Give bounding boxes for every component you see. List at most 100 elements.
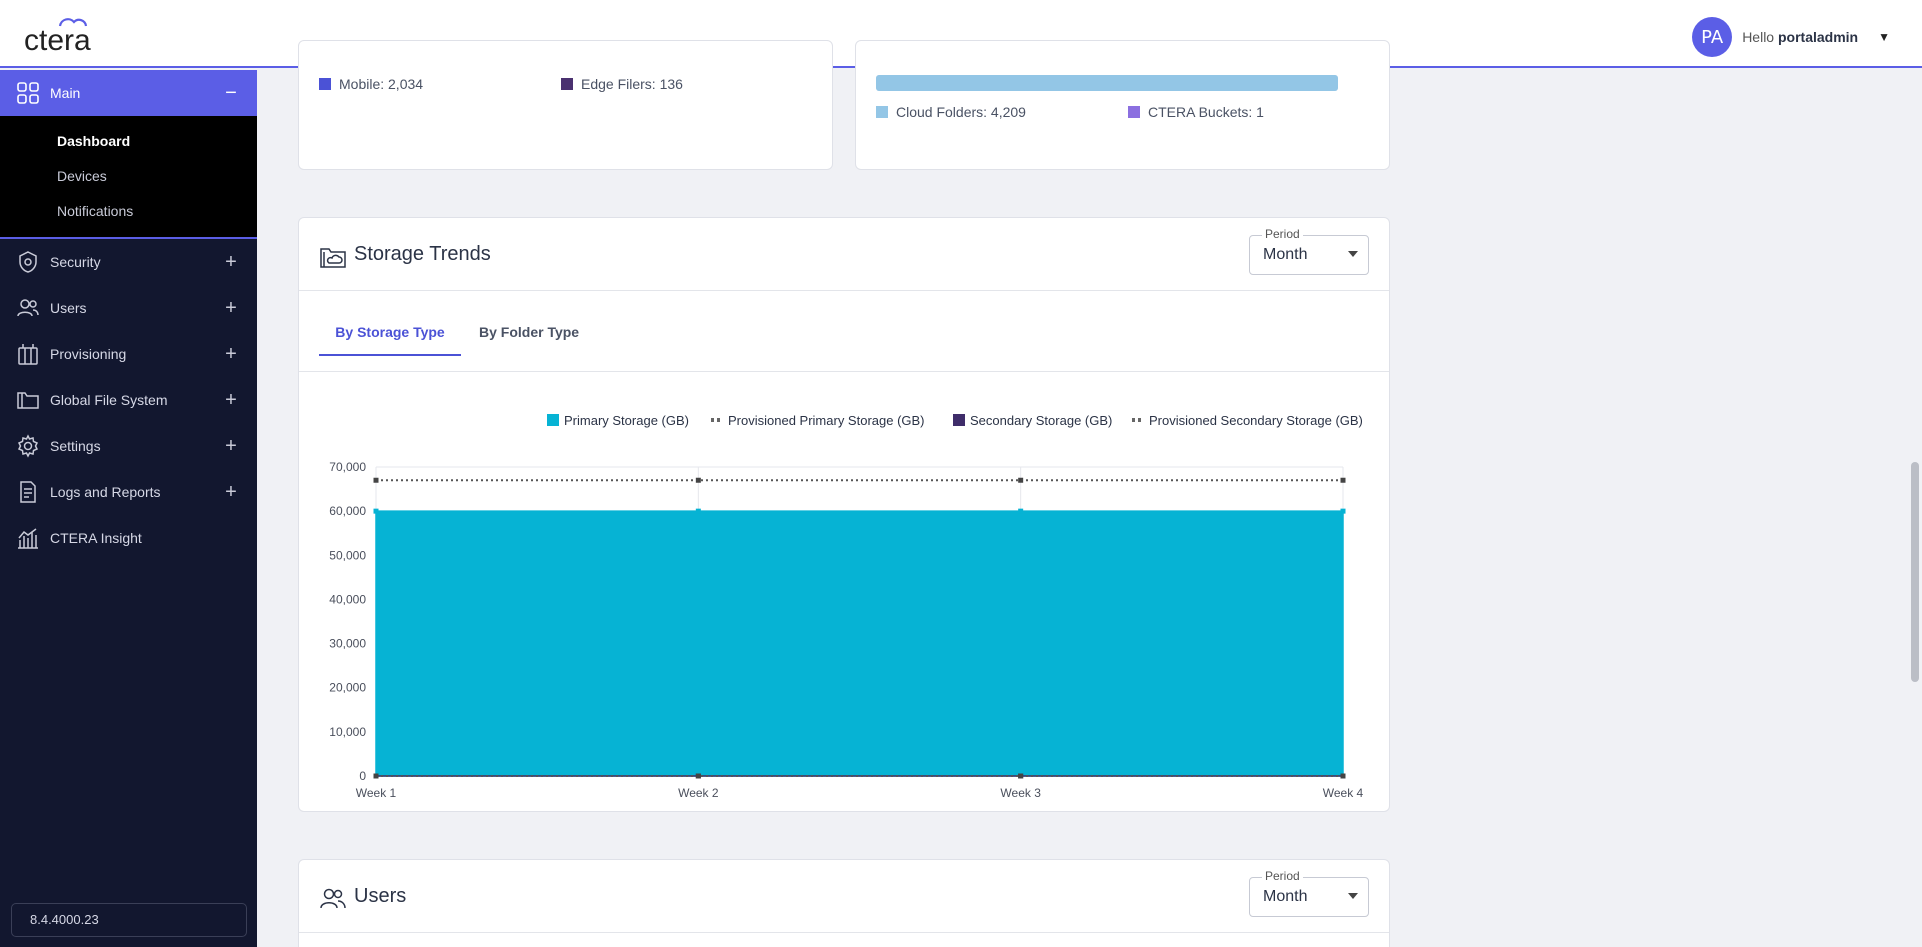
cloud-folders-bar bbox=[876, 75, 1338, 91]
main-submenu: Dashboard Devices Notifications bbox=[0, 116, 257, 239]
sidebar-item-label: Provisioning bbox=[50, 346, 127, 362]
sidebar-item-label: CTERA Insight bbox=[50, 530, 142, 546]
data-point bbox=[695, 477, 701, 483]
legend-swatch bbox=[547, 414, 559, 426]
grid-icon bbox=[17, 82, 39, 104]
cloud-folder-icon bbox=[320, 248, 346, 268]
expand-icon[interactable]: + bbox=[221, 251, 241, 274]
y-tick-label: 30,000 bbox=[329, 637, 366, 651]
legend-swatch bbox=[319, 78, 331, 90]
logo-text: ctera bbox=[24, 24, 91, 56]
legend-item-edge-filers: Edge Filers: 136 bbox=[561, 76, 683, 92]
sidebar-item-dashboard[interactable]: Dashboard bbox=[0, 124, 257, 159]
period-select[interactable]: Period Month bbox=[1249, 869, 1369, 917]
user-greeting: Hello portaladmin bbox=[1742, 29, 1859, 45]
legend-swatch bbox=[953, 414, 965, 426]
period-label: Period bbox=[1262, 227, 1303, 241]
card-title: Storage Trends bbox=[354, 243, 491, 265]
sidebar-item-devices[interactable]: Devices bbox=[0, 159, 257, 194]
sidebar-item-label: Security bbox=[50, 254, 101, 270]
caret-down-icon bbox=[1348, 893, 1358, 899]
cloud-folders-bar-fill bbox=[876, 75, 1338, 91]
y-tick-label: 60,000 bbox=[329, 504, 366, 518]
expand-icon[interactable]: + bbox=[221, 297, 241, 320]
legend-swatch bbox=[876, 106, 888, 118]
provisioning-icon bbox=[18, 344, 38, 365]
folders-summary-card: Cloud Folders: 4,209 CTERA Buckets: 1 bbox=[855, 40, 1390, 170]
x-tick-label: Week 3 bbox=[1000, 786, 1041, 800]
legend-label: Primary Storage (GB) bbox=[564, 413, 689, 428]
card-title: Users bbox=[354, 885, 407, 907]
report-icon bbox=[20, 481, 36, 503]
storage-trends-card: Storage Trends Period Month By Storage T… bbox=[298, 217, 1390, 812]
y-tick-label: 50,000 bbox=[329, 548, 366, 562]
users-icon bbox=[320, 888, 346, 909]
x-tick-label: Week 1 bbox=[356, 786, 397, 800]
data-point bbox=[695, 508, 701, 514]
sidebar-item-label: Settings bbox=[50, 438, 101, 454]
period-select[interactable]: Period Month bbox=[1249, 227, 1369, 275]
sidebar-item-main[interactable]: Main − bbox=[0, 70, 257, 116]
gear-icon bbox=[17, 434, 39, 458]
legend-item-mobile: Mobile: 2,034 bbox=[319, 76, 423, 92]
data-point bbox=[1340, 508, 1346, 514]
x-tick-label: Week 4 bbox=[1323, 786, 1364, 800]
period-label: Period bbox=[1262, 869, 1303, 883]
insight-chart-icon bbox=[18, 528, 38, 549]
legend-item-cloud-folders: Cloud Folders: 4,209 bbox=[876, 104, 1026, 120]
folder-icon bbox=[17, 392, 39, 409]
users-icon bbox=[17, 299, 39, 317]
legend-label: Secondary Storage (GB) bbox=[970, 413, 1112, 428]
y-tick-label: 70,000 bbox=[329, 460, 366, 474]
data-point bbox=[695, 773, 701, 779]
sidebar-item-global-file-system[interactable]: Global File System + bbox=[0, 377, 257, 423]
expand-icon[interactable]: + bbox=[221, 343, 241, 366]
sidebar-item-ctera-insight[interactable]: CTERA Insight bbox=[0, 515, 257, 561]
expand-icon[interactable]: + bbox=[221, 435, 241, 458]
sidebar-item-label: Users bbox=[50, 300, 87, 316]
data-point bbox=[1018, 773, 1024, 779]
shield-icon bbox=[19, 251, 37, 273]
sidebar-item-security[interactable]: Security + bbox=[0, 239, 257, 285]
ctera-logo[interactable]: ctera bbox=[24, 12, 114, 56]
data-point bbox=[1018, 508, 1024, 514]
legend-swatch bbox=[561, 78, 573, 90]
y-tick-label: 40,000 bbox=[329, 592, 366, 606]
collapse-icon[interactable]: − bbox=[221, 82, 241, 105]
users-card: Users Period Month bbox=[298, 859, 1390, 947]
expand-icon[interactable]: + bbox=[221, 389, 241, 412]
scrollbar[interactable] bbox=[1908, 70, 1922, 947]
caret-down-icon bbox=[1348, 251, 1358, 257]
sidebar-item-users[interactable]: Users + bbox=[0, 285, 257, 331]
y-tick-label: 20,000 bbox=[329, 681, 366, 695]
series-area bbox=[375, 510, 1344, 777]
sidebar-item-logs-and-reports[interactable]: Logs and Reports + bbox=[0, 469, 257, 515]
chevron-down-icon[interactable]: ▼ bbox=[1878, 30, 1890, 44]
sidebar-item-label: Global File System bbox=[50, 392, 168, 408]
sidebar-item-provisioning[interactable]: Provisioning + bbox=[0, 331, 257, 377]
username: portaladmin bbox=[1777, 29, 1859, 45]
user-menu[interactable]: PA Hello portaladmin ▼ bbox=[1692, 17, 1890, 57]
legend-label: Provisioned Secondary Storage (GB) bbox=[1149, 413, 1363, 428]
sidebar: Main − Dashboard Devices Notifications S… bbox=[0, 70, 257, 947]
expand-icon[interactable]: + bbox=[221, 481, 241, 504]
sidebar-item-label: Main bbox=[50, 85, 81, 101]
sidebar-item-notifications[interactable]: Notifications bbox=[0, 194, 257, 229]
divider bbox=[299, 932, 1389, 933]
scrollbar-thumb[interactable] bbox=[1911, 462, 1919, 682]
data-point bbox=[373, 773, 379, 779]
period-value: Month bbox=[1263, 246, 1308, 263]
legend-swatch bbox=[1128, 106, 1140, 118]
devices-summary-card: Mobile: 2,034 Edge Filers: 136 bbox=[298, 40, 833, 170]
sidebar-item-settings[interactable]: Settings + bbox=[0, 423, 257, 469]
data-point bbox=[1018, 477, 1024, 483]
period-value: Month bbox=[1263, 888, 1308, 905]
divider bbox=[299, 290, 1389, 291]
legend-label: Provisioned Primary Storage (GB) bbox=[728, 413, 925, 428]
y-tick-label: 0 bbox=[359, 769, 366, 783]
data-point bbox=[373, 508, 379, 514]
storage-trends-chart: 0 10,000 20,000 30,000 40,000 50,000 60,000 70,… bbox=[329, 413, 1364, 800]
x-tick-label: Week 2 bbox=[678, 786, 719, 800]
avatar[interactable]: PA bbox=[1692, 17, 1733, 57]
data-point bbox=[1340, 477, 1346, 483]
